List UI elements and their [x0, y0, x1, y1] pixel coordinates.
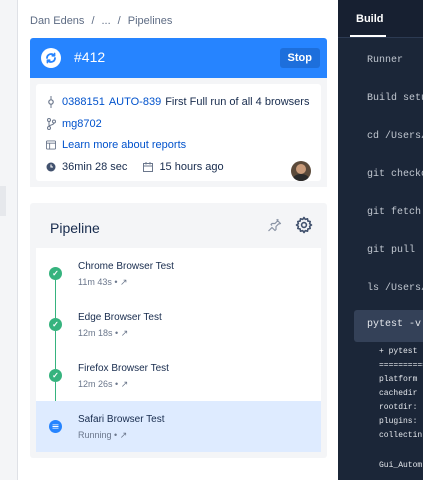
pipeline-step-chrome[interactable]: ✓ Chrome Browser Test 11m 43s • ↗ [36, 248, 321, 299]
log-command-active[interactable]: pytest -v [354, 310, 423, 342]
pipeline-step-firefox[interactable]: ✓ Firefox Browser Test 12m 26s • ↗ [36, 350, 321, 401]
branch-icon [46, 118, 56, 130]
step-name: Safari Browser Test [78, 414, 165, 425]
breadcrumb-item-pipelines[interactable]: Pipelines [128, 15, 173, 27]
breadcrumb-separator: / [117, 15, 121, 27]
step-meta: Running • ↗ [78, 430, 128, 440]
report-icon [46, 139, 56, 151]
pipeline-card: Pipeline ✓ Chrome Browser Test 11m 43s •… [30, 203, 327, 458]
pin-icon[interactable] [267, 217, 283, 233]
build-status-header: #412 Stop [30, 38, 327, 78]
log-command[interactable]: git checko [367, 169, 423, 180]
pipeline-title: Pipeline [50, 220, 100, 236]
build-started: 15 hours ago [159, 161, 224, 173]
log-command[interactable]: cd /Users/ [367, 131, 423, 142]
log-command[interactable]: Runner [367, 55, 403, 66]
commit-issue-link[interactable]: AUTO-839 [109, 96, 161, 108]
external-link-icon[interactable]: ↗ [120, 277, 128, 287]
log-output-line: rootdir: [379, 403, 418, 412]
active-command-text: pytest -v [367, 319, 422, 330]
log-tabbar: Build [338, 0, 423, 38]
branch-link[interactable]: mg8702 [62, 118, 102, 130]
clock-icon [46, 161, 56, 173]
build-duration: 36min 28 sec [62, 161, 128, 173]
calendar-icon [143, 161, 154, 173]
log-command[interactable]: git pull [367, 245, 415, 256]
external-link-icon[interactable]: ↗ [120, 430, 128, 440]
step-name: Edge Browser Test [78, 312, 162, 323]
pipeline-steps: ✓ Chrome Browser Test 11m 43s • ↗ ✓ Edge… [36, 248, 321, 452]
build-log-panel: Build Runner Build setu cd /Users/ git c… [338, 0, 423, 480]
log-command[interactable]: Build setu [367, 93, 423, 104]
in-progress-icon [41, 48, 61, 68]
log-output-line: + pytest [379, 347, 418, 356]
pipeline-step-edge[interactable]: ✓ Edge Browser Test 12m 18s • ↗ [36, 299, 321, 350]
pipeline-step-safari[interactable]: Safari Browser Test Running • ↗ [36, 401, 321, 452]
log-output-line: collectin [379, 431, 423, 440]
success-check-icon: ✓ [49, 369, 62, 382]
commit-message: First Full run of all 4 browsers [165, 96, 310, 108]
external-link-icon[interactable]: ↗ [121, 328, 129, 338]
learn-reports-link[interactable]: Learn more about reports [62, 139, 186, 151]
sidebar-selection-marker [0, 186, 6, 216]
step-meta: 12m 18s • ↗ [78, 328, 129, 338]
step-meta: 11m 43s • ↗ [78, 277, 128, 287]
success-check-icon: ✓ [49, 267, 62, 280]
commit-icon [46, 96, 56, 108]
breadcrumb-item-ellipsis[interactable]: ... [102, 15, 111, 27]
timing-row: 36min 28 sec 15 hours ago [46, 159, 224, 175]
step-name: Firefox Browser Test [78, 363, 169, 374]
commit-row: 0388151 AUTO-839 First Full run of all 4… [46, 94, 309, 110]
branch-row: mg8702 [46, 116, 102, 132]
step-meta: 12m 26s • ↗ [78, 379, 129, 389]
stop-button[interactable]: Stop [279, 48, 320, 68]
log-output-line: Gui_Autom [379, 461, 423, 470]
avatar[interactable] [291, 161, 311, 181]
log-command[interactable]: ls /Users/ [367, 283, 423, 294]
tab-underline [350, 35, 386, 37]
left-sidebar-edge [0, 0, 18, 480]
build-panel: Dan Edens /... / Pipelines #412 Stop 038815… [18, 0, 338, 480]
external-link-icon[interactable]: ↗ [121, 379, 129, 389]
running-icon [49, 420, 62, 433]
log-command[interactable]: git fetch [367, 207, 421, 218]
breadcrumb-separator: / [91, 15, 95, 27]
log-output-line: cachedir [379, 389, 418, 398]
build-number: #412 [74, 49, 106, 65]
log-output-line: plugins: [379, 417, 418, 426]
build-details: 0388151 AUTO-839 First Full run of all 4… [30, 78, 327, 187]
breadcrumb: Dan Edens /... / Pipelines [30, 15, 172, 27]
tab-build[interactable]: Build [356, 13, 384, 25]
log-output-line: ========== [379, 361, 423, 370]
step-name: Chrome Browser Test [78, 261, 174, 272]
gear-icon[interactable] [295, 216, 313, 234]
log-output-line: platform [379, 375, 418, 384]
reports-row: Learn more about reports [46, 137, 186, 153]
success-check-icon: ✓ [49, 318, 62, 331]
breadcrumb-item-user[interactable]: Dan Edens [30, 15, 84, 27]
commit-hash-link[interactable]: 0388151 [62, 96, 105, 108]
